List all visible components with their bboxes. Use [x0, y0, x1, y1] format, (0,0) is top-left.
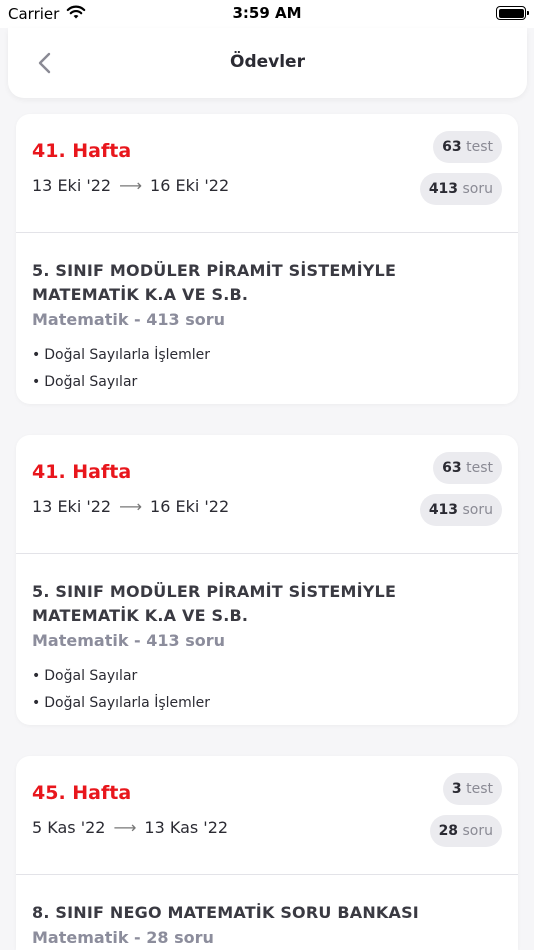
question-count: 413 — [428, 181, 459, 197]
subject-label: Matematik - 413 soru — [32, 310, 226, 329]
test-unit: test — [466, 139, 493, 155]
topic-item: Doğal Sayılarla İşlemler — [32, 690, 502, 717]
topic-list: Doğal Sayılar Doğal Sayılarla İşlemler — [32, 663, 502, 717]
question-unit: soru — [462, 823, 494, 839]
arrow-right-icon: ⟶ — [119, 176, 143, 195]
page-title: Ödevler — [230, 52, 305, 72]
battery-icon — [496, 6, 529, 20]
topic-item: Doğal Sayılarla İşlemler — [32, 342, 502, 369]
test-count-badge: 63 test — [433, 452, 502, 484]
assignment-card-header: 41. Hafta 13 Eki '22 ⟶ 16 Eki '22 63 test … — [16, 435, 518, 554]
book-title: 5. SINIF MODÜLER PİRAMİT SİSTEMİYLE MATE… — [32, 261, 397, 304]
question-count: 413 — [428, 502, 459, 518]
question-unit: soru — [462, 502, 494, 518]
topic-item: Doğal Sayılar — [32, 663, 502, 690]
test-unit: test — [466, 460, 493, 476]
topic-list: Doğal Sayılarla İşlemler Doğal Sayılar — [32, 342, 502, 396]
test-count-badge: 63 test — [433, 131, 502, 163]
test-unit: test — [466, 781, 493, 797]
topic-item: Doğal Sayılar — [32, 369, 502, 396]
subject-label: Matematik - 28 soru — [32, 928, 214, 947]
week-label: 41. Hafta — [32, 461, 132, 483]
arrow-right-icon: ⟶ — [113, 818, 137, 837]
question-count-badge: 28 soru — [429, 815, 502, 847]
end-date: 16 Eki '22 — [150, 176, 230, 195]
arrow-right-icon: ⟶ — [119, 497, 143, 516]
end-date: 16 Eki '22 — [150, 497, 230, 516]
date-range: 5 Kas '22 ⟶ 13 Kas '22 — [32, 818, 228, 837]
question-count-badge: 413 soru — [419, 494, 502, 526]
nav-header: Ödevler — [8, 28, 527, 98]
date-range: 13 Eki '22 ⟶ 16 Eki '22 — [32, 497, 229, 516]
assignment-card-body: 5. SINIF MODÜLER PİRAMİT SİSTEMİYLE MATE… — [16, 554, 518, 717]
test-count: 63 — [442, 139, 462, 155]
date-range: 13 Eki '22 ⟶ 16 Eki '22 — [32, 176, 229, 195]
start-date: 13 Eki '22 — [32, 497, 112, 516]
start-date: 5 Kas '22 — [32, 818, 106, 837]
test-count: 3 — [451, 781, 462, 797]
question-unit: soru — [462, 181, 494, 197]
question-count-badge: 413 soru — [419, 173, 502, 205]
start-date: 13 Eki '22 — [32, 176, 112, 195]
assignment-card-header: 45. Hafta 5 Kas '22 ⟶ 13 Kas '22 3 test 28… — [16, 756, 518, 875]
assignment-card-body: 8. SINIF NEGO MATEMATİK SORU BANKASI Mat… — [16, 875, 518, 950]
assignment-card[interactable]: 45. Hafta 5 Kas '22 ⟶ 13 Kas '22 3 test 28… — [16, 756, 518, 950]
test-count-badge: 3 test — [442, 773, 502, 805]
assignment-card-body: 5. SINIF MODÜLER PİRAMİT SİSTEMİYLE MATE… — [16, 233, 518, 396]
status-bar: Carrier 3:59 AM — [0, 0, 534, 28]
assignment-card[interactable]: 41. Hafta 13 Eki '22 ⟶ 16 Eki '22 63 test … — [16, 114, 518, 404]
question-count: 28 — [438, 823, 459, 839]
book-title: 8. SINIF NEGO MATEMATİK SORU BANKASI — [32, 903, 419, 922]
test-count: 63 — [442, 460, 462, 476]
end-date: 13 Kas '22 — [144, 818, 229, 837]
assignment-card[interactable]: 41. Hafta 13 Eki '22 ⟶ 16 Eki '22 63 test … — [16, 435, 518, 725]
assignment-card-header: 41. Hafta 13 Eki '22 ⟶ 16 Eki '22 63 test … — [16, 114, 518, 233]
week-label: 45. Hafta — [32, 782, 132, 804]
book-title: 5. SINIF MODÜLER PİRAMİT SİSTEMİYLE MATE… — [32, 582, 397, 625]
week-label: 41. Hafta — [32, 140, 132, 162]
subject-label: Matematik - 413 soru — [32, 631, 226, 650]
clock: 3:59 AM — [232, 4, 302, 22]
